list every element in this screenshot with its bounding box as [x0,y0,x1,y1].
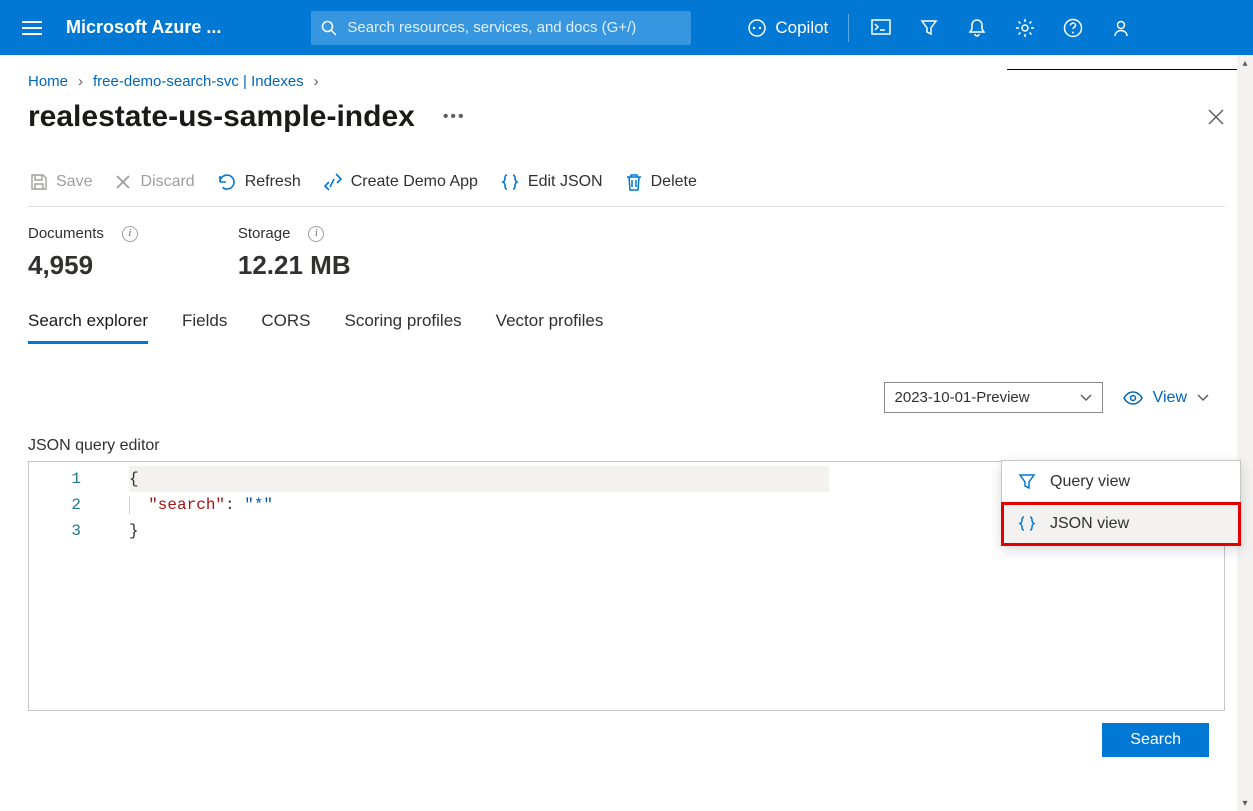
tab-vector-profiles[interactable]: Vector profiles [496,311,604,344]
refresh-label: Refresh [245,173,301,191]
breadcrumb-home[interactable]: Home [28,73,68,90]
code-token: : [225,496,244,514]
divider [848,14,849,42]
search-button-row: Search [0,711,1253,757]
braces-icon [500,172,520,192]
feedback-icon[interactable] [1097,0,1145,55]
menu-item-json-view[interactable]: JSON view [1002,503,1240,545]
delete-label: Delete [651,173,697,191]
title-row: realestate-us-sample-index ••• [0,94,1253,148]
api-version-dropdown[interactable]: 2023-10-01-Preview [884,382,1103,413]
notifications-icon[interactable] [953,0,1001,55]
line-gutter: 1 2 3 [29,462,99,710]
chevron-right-icon: › [78,73,83,90]
stats-row: Documents i 4,959 Storage i 12.21 MB [0,207,1253,289]
save-label: Save [56,173,92,191]
json-view-label: JSON view [1050,515,1129,533]
breadcrumb-service[interactable]: free-demo-search-svc | Indexes [93,73,304,90]
line-number: 3 [29,518,81,544]
line-number: 1 [29,466,81,492]
create-demo-label: Create Demo App [351,173,478,191]
eye-icon [1123,390,1143,406]
view-dropdown-button[interactable]: View [1123,389,1209,407]
menu-item-query-view[interactable]: Query view [1002,461,1240,503]
tab-search-explorer[interactable]: Search explorer [28,311,148,344]
view-menu: Query view JSON view [1001,460,1241,546]
chevron-down-icon [1080,394,1092,402]
storage-value: 12.21 MB [238,250,351,281]
info-icon[interactable]: i [308,226,324,242]
tab-cors[interactable]: CORS [261,311,310,344]
more-icon[interactable]: ••• [443,108,466,126]
tab-fields[interactable]: Fields [182,311,227,344]
filter-icon[interactable] [905,0,953,55]
controls-row: 2023-10-01-Preview View [0,344,1253,413]
info-icon[interactable]: i [122,226,138,242]
scroll-up-icon[interactable]: ▴ [1237,55,1253,71]
view-label: View [1153,389,1187,407]
filter-icon [1018,473,1036,491]
breadcrumb: Home › free-demo-search-svc | Indexes › [0,55,1253,94]
code-token: } [129,522,139,540]
storage-label: Storage [238,225,291,242]
chevron-right-icon: › [314,73,319,90]
refresh-button[interactable]: Refresh [215,168,303,196]
braces-icon [1018,515,1036,533]
chevron-down-icon [1197,394,1209,402]
api-version-value: 2023-10-01-Preview [895,389,1030,406]
global-search-input[interactable]: Search resources, services, and docs (G+… [311,11,691,45]
cloud-shell-icon[interactable] [857,0,905,55]
code-token: "*" [244,496,273,514]
menu-icon[interactable] [8,0,56,55]
line-number: 2 [29,492,81,518]
scroll-down-icon[interactable]: ▾ [1237,795,1253,811]
command-bar: Save Discard Refresh Create Demo App Edi… [28,168,1225,207]
close-icon[interactable] [1207,108,1225,126]
discard-button[interactable]: Discard [112,169,196,195]
discard-label: Discard [140,173,194,191]
discard-icon [114,173,132,191]
code-token: { [129,470,139,488]
help-icon[interactable] [1049,0,1097,55]
tools-icon [323,172,343,192]
save-icon [30,173,48,191]
query-view-label: Query view [1050,473,1130,491]
tab-scoring-profiles[interactable]: Scoring profiles [345,311,462,344]
divider-line [1007,69,1237,70]
copilot-button[interactable]: Copilot [731,0,844,55]
brand-label[interactable]: Microsoft Azure ... [56,17,241,38]
storage-stat: Storage i 12.21 MB [238,225,351,281]
tab-bar: Search explorer Fields CORS Scoring prof… [0,289,1253,344]
documents-stat: Documents i 4,959 [28,225,138,281]
documents-value: 4,959 [28,250,138,281]
trash-icon [625,172,643,192]
documents-label: Documents [28,225,104,242]
search-button[interactable]: Search [1102,723,1209,757]
refresh-icon [217,172,237,192]
header-icons [857,0,1145,55]
edit-json-button[interactable]: Edit JSON [498,168,605,196]
scrollbar[interactable]: ▴ ▾ [1237,55,1253,811]
edit-json-label: Edit JSON [528,173,603,191]
code-token: "search" [148,496,225,514]
create-demo-app-button[interactable]: Create Demo App [321,168,480,196]
copilot-label: Copilot [775,18,828,38]
save-button[interactable]: Save [28,169,94,195]
top-header: Microsoft Azure ... Search resources, se… [0,0,1253,55]
editor-label: JSON query editor [0,413,1253,461]
delete-button[interactable]: Delete [623,168,699,196]
page-title: realestate-us-sample-index [28,100,415,134]
search-placeholder: Search resources, services, and docs (G+… [347,19,636,36]
settings-icon[interactable] [1001,0,1049,55]
